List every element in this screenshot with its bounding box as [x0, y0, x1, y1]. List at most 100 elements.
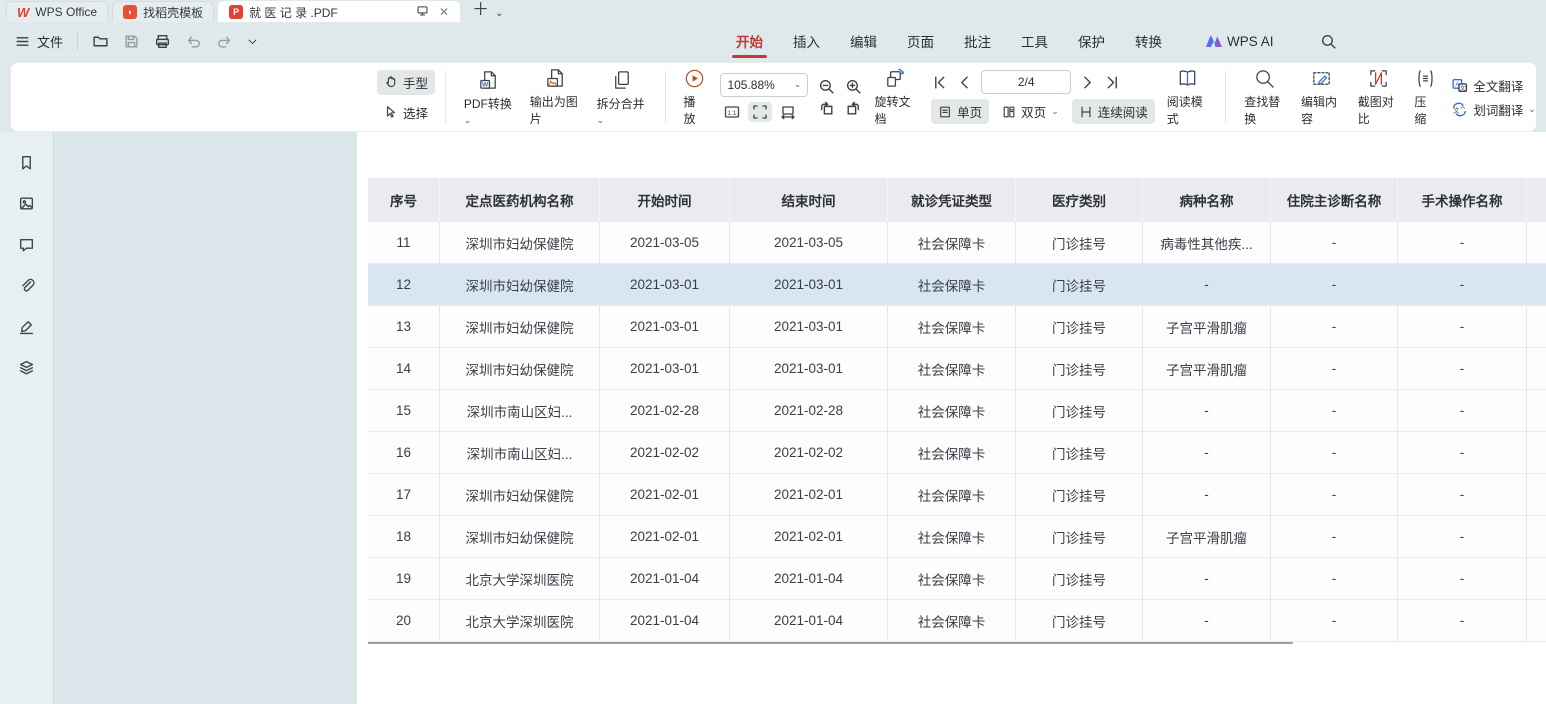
pdf-convert-button[interactable]: W PDF转换 ⌄ [456, 69, 522, 126]
table-row[interactable]: 19北京大学深圳医院2021-01-042021-01-04社会保障卡门诊挂号-… [368, 558, 1546, 600]
table-row[interactable]: 15深圳市南山区妇...2021-02-282021-02-28社会保障卡门诊挂… [368, 390, 1546, 432]
table-cell: 2021-02-02 [600, 432, 730, 474]
wps-ai-button[interactable]: WPS AI [1206, 34, 1274, 49]
rotate-left-icon[interactable] [818, 100, 835, 117]
table-cell: - [1398, 516, 1527, 558]
signature-icon[interactable] [18, 318, 35, 335]
table-row[interactable]: 17深圳市妇幼保健院2021-02-012021-02-01社会保障卡门诊挂号-… [368, 474, 1546, 516]
menu-item-insert[interactable]: 插入 [793, 22, 820, 60]
quickbar-chevron-icon[interactable] [247, 36, 258, 47]
table-cell: - [1398, 558, 1527, 600]
split-merge-button[interactable]: 拆分合并 ⌄ [589, 69, 655, 126]
table-cell: - [1143, 558, 1271, 600]
table-cell: - [1398, 264, 1527, 306]
table-row[interactable]: 13深圳市妇幼保健院2021-03-012021-03-01社会保障卡门诊挂号子… [368, 306, 1546, 348]
word-translate-button[interactable]: 文A 划词翻译 ⌄ [1451, 100, 1536, 119]
save-icon[interactable] [123, 33, 140, 50]
full-translate-button[interactable]: A文 全文翻译 [1451, 76, 1523, 95]
attachments-icon[interactable] [18, 277, 35, 294]
comments-icon[interactable] [18, 236, 35, 253]
actual-size-button[interactable]: 1:1 [720, 102, 744, 122]
rotate-right-icon[interactable] [845, 100, 862, 117]
table-row[interactable]: 18深圳市妇幼保健院2021-02-012021-02-01社会保障卡门诊挂号子… [368, 516, 1546, 558]
tab-close-icon[interactable]: ✕ [439, 5, 449, 19]
column-header: 住院主诊断名称 [1271, 178, 1398, 222]
menu-item-protect[interactable]: 保护 [1078, 22, 1105, 60]
zoom-in-icon[interactable] [845, 78, 862, 95]
thumbnails-icon[interactable] [18, 195, 35, 212]
table-cell: 病毒性其他疾... [1143, 222, 1271, 264]
column-header: 就诊凭证类型 [888, 178, 1016, 222]
table-cell: 子宫平滑肌瘤 [1143, 348, 1271, 390]
table-row[interactable]: 14深圳市妇幼保健院2021-03-012021-03-01社会保障卡门诊挂号子… [368, 348, 1546, 390]
new-tab-button[interactable]: ＋ [472, 0, 489, 20]
table-cell: 2021-03-01 [730, 348, 888, 390]
menu-item-edit[interactable]: 编辑 [850, 22, 877, 60]
screenshot-compare-button[interactable]: 截图对比 [1350, 67, 1407, 127]
select-tool-button[interactable]: 选择 [377, 100, 435, 125]
bookmarks-icon[interactable] [18, 154, 35, 171]
table-row-selected[interactable]: 12深圳市妇幼保健院2021-03-012021-03-01社会保障卡门诊挂号-… [368, 264, 1546, 306]
table-cell: 16 [368, 432, 440, 474]
file-menu-button[interactable]: 文件 [14, 32, 63, 51]
redo-icon[interactable] [216, 33, 233, 50]
table-cell: 2021-03-01 [730, 264, 888, 306]
table-cell [1527, 264, 1546, 306]
export-image-button[interactable]: 输出为图片 [522, 67, 589, 127]
open-file-icon[interactable] [92, 33, 109, 50]
layers-icon[interactable] [18, 359, 35, 376]
left-sidebar [0, 132, 54, 704]
menu-item-home[interactable]: 开始 [736, 22, 763, 60]
table-cell [1527, 348, 1546, 390]
continuous-read-icon [1079, 105, 1093, 119]
menu-bar: 文件 开始 插入 编辑 页面 批注 工具 保护 转换 WPS AI [0, 22, 1546, 60]
table-cell: - [1271, 432, 1398, 474]
hand-tool-button[interactable]: 手型 [377, 70, 435, 95]
ribbon-search-icon[interactable] [1320, 33, 1337, 50]
next-page-icon[interactable] [1079, 74, 1096, 91]
fit-page-button[interactable] [748, 102, 772, 122]
tab-docer-template[interactable]: ◗ 找稻壳模板 [112, 1, 214, 22]
ribbon-menus: 开始 插入 编辑 页面 批注 工具 保护 转换 WPS AI [736, 22, 1337, 60]
find-replace-button[interactable]: 查找替换 [1236, 67, 1293, 127]
menu-item-page[interactable]: 页面 [907, 22, 934, 60]
table-row[interactable]: 20北京大学深圳医院2021-01-042021-01-04社会保障卡门诊挂号-… [368, 600, 1546, 642]
tab-list-chevron-icon[interactable]: ⌄ [495, 8, 503, 19]
last-page-icon[interactable] [1104, 74, 1121, 91]
hand-icon [384, 75, 398, 89]
table-cell: 18 [368, 516, 440, 558]
prev-page-icon[interactable] [956, 74, 973, 91]
pdf-page[interactable]: 序号定点医药机构名称开始时间结束时间就诊凭证类型医疗类别病种名称住院主诊断名称手… [357, 132, 1546, 704]
menu-item-tools[interactable]: 工具 [1021, 22, 1048, 60]
table-cell: 门诊挂号 [1016, 264, 1143, 306]
continuous-read-button[interactable]: 连续阅读 [1072, 99, 1155, 124]
edit-content-button[interactable]: 编辑内容 [1293, 67, 1350, 127]
menu-item-convert[interactable]: 转换 [1135, 22, 1162, 60]
rotate-document-button[interactable]: 旋转文档 [866, 67, 923, 127]
zoom-level-select[interactable]: 105.88% ⌄ [720, 73, 808, 97]
page-indicator[interactable]: 2/4 [981, 70, 1071, 94]
tab-window-mode-icon[interactable] [416, 4, 429, 20]
undo-icon[interactable] [185, 33, 202, 50]
column-header: 手术操作名称 [1398, 178, 1527, 222]
wps-pdf-window: W WPS Office ◗ 找稻壳模板 P 就 医 记 录 .PDF ✕ ＋ … [0, 0, 1546, 704]
menu-item-comment[interactable]: 批注 [964, 22, 991, 60]
single-page-button[interactable]: 单页 [931, 99, 989, 124]
table-row[interactable]: 16深圳市南山区妇...2021-02-022021-02-02社会保障卡门诊挂… [368, 432, 1546, 474]
tab-wps-office[interactable]: W WPS Office [6, 1, 108, 22]
svg-text:A: A [1461, 103, 1466, 110]
document-canvas[interactable]: 序号定点医药机构名称开始时间结束时间就诊凭证类型医疗类别病种名称住院主诊断名称手… [55, 132, 1546, 704]
table-row[interactable]: 11深圳市妇幼保健院2021-03-052021-03-05社会保障卡门诊挂号病… [368, 222, 1546, 264]
print-icon[interactable] [154, 33, 171, 50]
first-page-icon[interactable] [931, 74, 948, 91]
table-cell: 门诊挂号 [1016, 432, 1143, 474]
fit-width-button[interactable] [776, 102, 800, 122]
play-button[interactable]: 播放 [675, 67, 714, 127]
read-mode-button[interactable]: 阅读模式 [1159, 67, 1216, 127]
double-page-button[interactable]: 双页 ⌄ [995, 99, 1066, 124]
column-header: 序号 [368, 178, 440, 222]
table-cell: 门诊挂号 [1016, 600, 1143, 642]
tab-document[interactable]: P 就 医 记 录 .PDF ✕ [218, 1, 460, 22]
compress-button[interactable]: 压缩 [1406, 67, 1445, 127]
zoom-out-icon[interactable] [818, 78, 835, 95]
